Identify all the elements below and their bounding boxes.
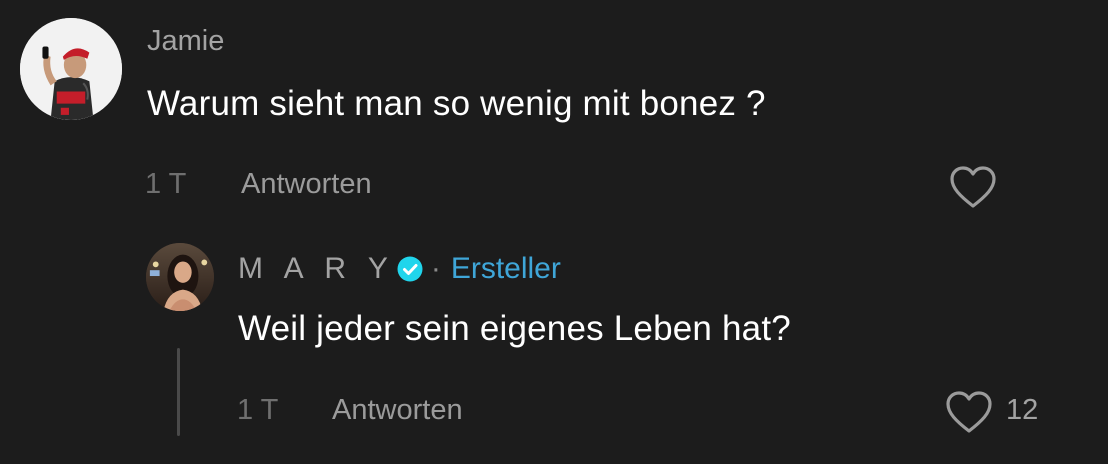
verified-badge-icon <box>397 256 423 282</box>
reply-button[interactable]: Antworten <box>332 394 463 427</box>
like-count: 12 <box>1006 394 1039 426</box>
comment-text: Warum sieht man so wenig mit bonez ? <box>147 84 766 123</box>
reply-text: Weil jeder sein eigenes Leben hat? <box>238 309 791 348</box>
creator-badge: Ersteller <box>450 252 561 285</box>
heart-outline-icon[interactable] <box>944 389 994 435</box>
separator-dot: · <box>430 252 441 285</box>
comment-username[interactable]: Jamie <box>147 25 224 58</box>
reply-username[interactable]: M A R Y <box>238 252 395 286</box>
thread-line <box>177 348 180 436</box>
avatar-image <box>146 243 214 311</box>
avatar-mary[interactable] <box>146 243 214 311</box>
avatar-image <box>20 18 122 120</box>
reply-button[interactable]: Antworten <box>241 168 372 201</box>
reply-timestamp: 1 T <box>237 394 279 426</box>
heart-outline-icon[interactable] <box>948 164 998 210</box>
comment-timestamp: 1 T <box>145 168 187 200</box>
reply-header: M A R Y · Ersteller <box>238 250 561 288</box>
avatar-jamie[interactable] <box>20 18 122 120</box>
